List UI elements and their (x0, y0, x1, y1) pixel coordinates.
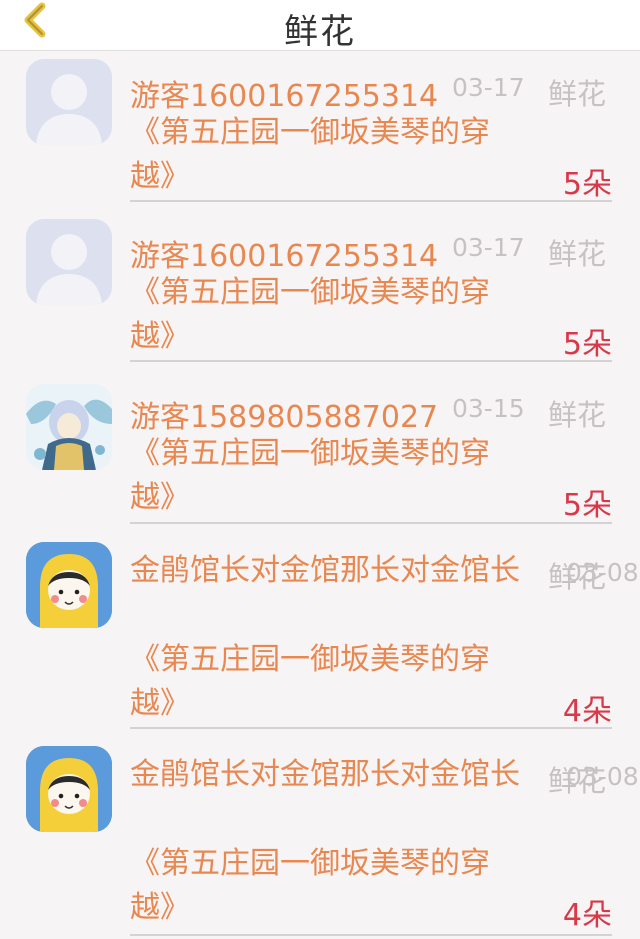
flower-count: 5朵 (562, 167, 612, 202)
book-title[interactable]: 《第五庄园一御坂美琴的穿越》 (130, 432, 530, 520)
book-title[interactable]: 《第五庄园一御坂美琴的穿越》 (130, 638, 530, 726)
gift-type-label: 鲜花 (548, 398, 607, 432)
flower-count: 4朵 (562, 694, 612, 729)
gift-type-label: 鲜花 (548, 560, 607, 594)
book-title[interactable]: 《第五庄园一御坂美琴的穿越》 (130, 271, 530, 359)
gift-type-label: 鲜花 (548, 764, 607, 798)
divider (130, 727, 612, 729)
gift-type-label: 鲜花 (548, 237, 607, 271)
book-title[interactable]: 《第五庄园一御坂美琴的穿越》 (130, 111, 530, 199)
top-bar: 鲜花 (0, 0, 640, 52)
user-name[interactable]: 金鹃馆长对金馆那长对金馆长 (130, 752, 530, 798)
date-label: 03-15 (452, 394, 525, 423)
list-item[interactable]: 游客1600167255314 03-17 鲜花 《第五庄园一御坂美琴的穿越》 … (0, 51, 640, 211)
user-name[interactable]: 游客1600167255314 (130, 231, 438, 275)
flower-count: 5朵 (562, 488, 612, 523)
divider (130, 934, 612, 936)
list-item[interactable]: 游客1600167255314 03-17 鲜花 《第五庄园一御坂美琴的穿越》 … (0, 211, 640, 372)
avatar-default[interactable] (26, 59, 112, 145)
book-title[interactable]: 《第五庄园一御坂美琴的穿越》 (130, 842, 530, 930)
user-name[interactable]: 游客1589805887027 (130, 392, 438, 436)
divider (130, 522, 612, 524)
avatar-raincoat[interactable] (26, 542, 112, 628)
avatar-anime[interactable] (26, 384, 112, 470)
avatar-raincoat[interactable] (26, 746, 112, 832)
divider (130, 200, 612, 202)
divider (130, 360, 612, 362)
list-item[interactable]: 金鹃馆长对金馆那长对金馆长 03-08 鲜花 《第五庄园一御坂美琴的穿越》 4朵 (0, 534, 640, 738)
page-title: 鲜花 (284, 12, 356, 52)
flower-count: 5朵 (562, 327, 612, 362)
list-item[interactable]: 游客1589805887027 03-15 鲜花 《第五庄园一御坂美琴的穿越》 … (0, 372, 640, 534)
gift-type-label: 鲜花 (548, 77, 607, 111)
user-name[interactable]: 金鹃馆长对金馆那长对金馆长 (130, 548, 530, 594)
date-label: 03-17 (452, 233, 525, 262)
user-name[interactable]: 游客1600167255314 (130, 71, 438, 115)
list-item[interactable]: 金鹃馆长对金馆那长对金馆长 03-08 鲜花 《第五庄园一御坂美琴的穿越》 4朵 (0, 738, 640, 939)
date-label: 03-17 (452, 73, 525, 102)
flower-count: 4朵 (562, 898, 612, 933)
avatar-default[interactable] (26, 219, 112, 305)
